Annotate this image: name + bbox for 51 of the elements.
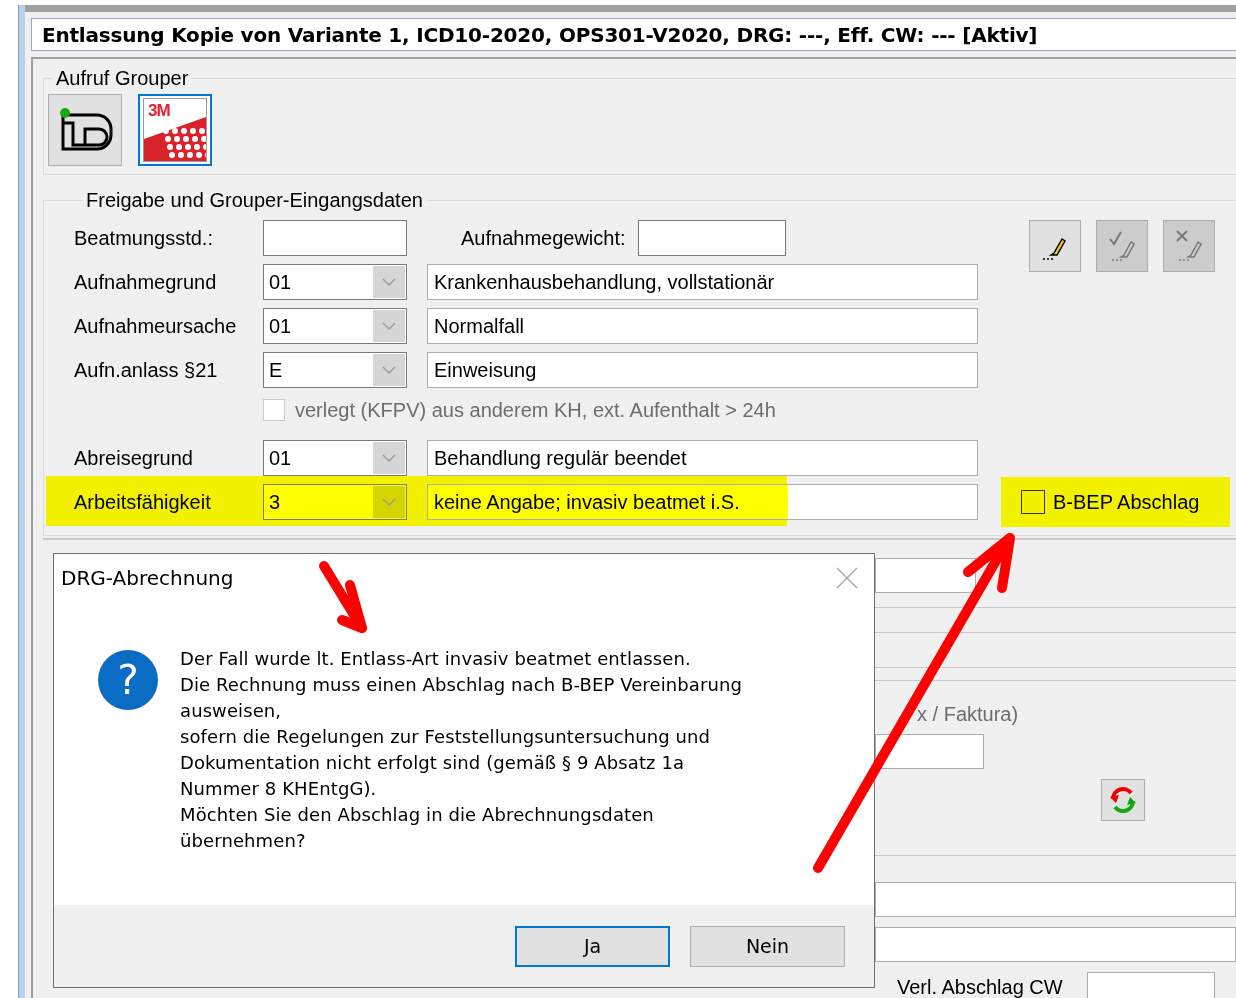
checkbox[interactable]: [1021, 490, 1045, 514]
field-label: Arbeitsfähigkeit: [74, 490, 212, 514]
chevron-icon: [382, 366, 396, 374]
field-label: Aufn.anlass §21: [74, 358, 219, 382]
input-field[interactable]: [875, 927, 1236, 962]
text-field[interactable]: Behandlung regulär beendet: [427, 440, 978, 476]
checkbox-label: B-BEP Abschlag: [1053, 490, 1200, 514]
group-label: Aufruf Grouper: [55, 67, 190, 90]
logo-text: 3M: [148, 101, 170, 121]
group-label: Freigabe und Grouper-Eingangsdaten: [85, 189, 424, 212]
field-label: x / Faktura): [916, 703, 1020, 726]
close-icon[interactable]: [836, 567, 858, 589]
text-field[interactable]: Normalfall: [427, 308, 978, 344]
dialog-message: Der Fall wurde lt. Entlass-Art invasiv beatmet entlassen. Die Rechnung muss einen Abschlag nach B-BEP Vereinbarung ausweisen, sofern die Regelungen zur Feststellungsuntersuchung und Dokumentation nicht erfolgt sind (gemäß § 9 Absatz 1a Nummer 8 KHEntgG). Möchten Sie den Abschlag in die Abrechnungsdaten übernehmen?: [180, 647, 742, 853]
input-field[interactable]: [875, 882, 1236, 917]
grouper-button[interactable]: [48, 94, 122, 166]
refresh-button[interactable]: [1101, 779, 1145, 821]
dropdown[interactable]: E: [263, 352, 407, 388]
refresh-icon: [1108, 785, 1138, 815]
grouper-button[interactable]: 3M: [138, 94, 212, 166]
input-field[interactable]: [637, 220, 786, 256]
dropdown[interactable]: 3: [263, 484, 407, 520]
question-icon: ?: [98, 650, 158, 710]
input-field[interactable]: [1086, 972, 1215, 998]
field-label: Beatmungsstd.:: [74, 226, 214, 250]
field-label: Aufnahmegrund: [74, 270, 218, 294]
window-title: Entlassung Kopie von Variante 1, ICD10-2020, OPS301-V2020, DRG: ---, Eff. CW: --- [Aktiv]: [42, 22, 1038, 47]
field-label: Aufnahmeursache: [74, 314, 238, 338]
field-label: Abreisegrund: [74, 446, 194, 470]
dropdown[interactable]: 01: [263, 264, 407, 300]
field-label: Verl. Abschlag CW: [897, 975, 1063, 998]
cross-pencil-icon: [1175, 229, 1203, 263]
text-field[interactable]: Einweisung: [427, 352, 978, 388]
chevron-icon: [382, 278, 396, 286]
dropdown[interactable]: 01: [263, 308, 407, 344]
edit-button[interactable]: [1029, 220, 1081, 272]
dialog-button[interactable]: Ja: [515, 925, 670, 967]
chevron-icon: [382, 322, 396, 330]
checkbox-label: verlegt (KFPV) aus anderem KH, ext. Aufenthalt > 24h: [295, 398, 776, 422]
input-field[interactable]: [875, 558, 976, 593]
chevron-icon: [382, 454, 396, 462]
input-field[interactable]: [875, 734, 984, 769]
dialog-title: DRG-Abrechnung: [61, 566, 234, 590]
dropdown[interactable]: 01: [263, 440, 407, 476]
text-field[interactable]: Krankenhausbehandlung, vollstationär: [427, 264, 978, 300]
check-pencil-icon: [1108, 229, 1136, 263]
text-field[interactable]: keine Angabe; invasiv beatmet i.S.: [427, 484, 978, 520]
dialog-button[interactable]: Nein: [690, 925, 845, 967]
chevron-icon: [382, 498, 396, 506]
input-field[interactable]: [263, 220, 407, 256]
field-label: Aufnahmegewicht:: [461, 226, 626, 250]
